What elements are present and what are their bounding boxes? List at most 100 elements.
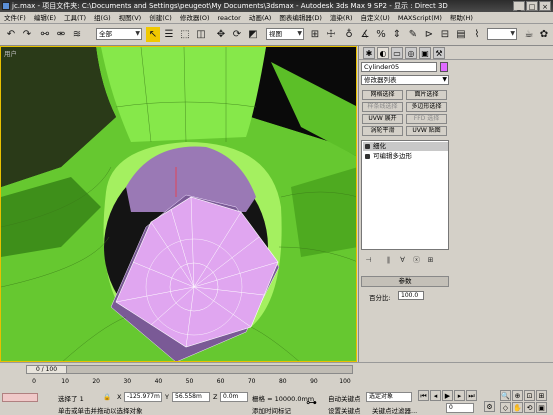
remove-modifier-icon[interactable]: ⓧ [411, 255, 422, 266]
menu-views[interactable]: 视图(V) [115, 12, 146, 24]
menu-reactor[interactable]: reactor [214, 12, 245, 24]
menu-edit[interactable]: 编辑(E) [30, 12, 60, 24]
selection-filter-dropdown[interactable]: 全部 ▼ [96, 28, 142, 40]
redo-icon[interactable]: ↷ [20, 27, 34, 42]
unlink-icon[interactable]: ⚮ [54, 27, 68, 42]
angle-snap-icon[interactable]: ∡ [358, 27, 372, 42]
play-icon[interactable]: ▶ [442, 390, 453, 401]
undo-icon[interactable]: ↶ [4, 27, 18, 42]
make-unique-icon[interactable]: ∀ [397, 255, 408, 266]
select-move-icon[interactable]: ✥ [214, 27, 228, 42]
select-by-name-icon[interactable]: ☰ [162, 27, 176, 42]
prev-frame-icon[interactable]: ◂ [430, 390, 441, 401]
menu-modifiers[interactable]: 修改器(O) [176, 12, 214, 24]
uvw-unwrap-button[interactable]: UVW 展开 [362, 114, 403, 124]
z-coordinate-field[interactable]: 0.0m [220, 392, 248, 402]
bulb-icon[interactable] [365, 144, 370, 149]
key-mode-dropdown[interactable]: 选定对象 [366, 392, 412, 402]
set-key-button[interactable]: 设置关键点 [328, 405, 361, 415]
lock-icon[interactable]: 🔒 [103, 393, 111, 401]
maximize-viewport-icon[interactable]: ▣ [536, 402, 547, 413]
percent-field[interactable]: 100.0 [398, 291, 424, 300]
user-viewport[interactable]: 用户 [0, 46, 357, 362]
menu-animation[interactable]: 动画(A) [245, 12, 276, 24]
stack-item-editable-poly[interactable]: 可编辑多边形 [363, 152, 448, 161]
menu-maxscript[interactable]: MAXScript(M) [394, 12, 446, 24]
uvw-map-button[interactable]: UVW 贴图 [406, 126, 447, 136]
stack-item-tessellate[interactable]: 细化 [363, 142, 448, 151]
bind-space-warp-icon[interactable]: ≋ [70, 27, 84, 42]
tab-utilities[interactable]: ⚒ [433, 47, 445, 59]
zoom-all-icon[interactable]: ⊕ [512, 390, 523, 401]
time-slider[interactable]: 0 / 100 [26, 365, 353, 374]
rectangular-selection-icon[interactable]: ⬚ [178, 27, 192, 42]
align-icon[interactable]: ⊟ [438, 27, 452, 42]
window-crossing-icon[interactable]: ◫ [194, 27, 208, 42]
mesh-select-button[interactable]: 网格选择 [362, 90, 403, 100]
viewport-label[interactable]: 用户 [4, 48, 17, 58]
menu-group[interactable]: 组(G) [90, 12, 115, 24]
object-color-swatch[interactable] [440, 62, 448, 72]
select-scale-icon[interactable]: ◩ [246, 27, 260, 42]
menu-customize[interactable]: 自定义(U) [357, 12, 394, 24]
menu-tools[interactable]: 工具(T) [60, 12, 90, 24]
tab-display[interactable]: ▣ [419, 47, 431, 59]
select-link-icon[interactable]: ⚯ [38, 27, 52, 42]
modifier-list-dropdown[interactable]: 修改器列表 ▼ [361, 75, 449, 85]
select-rotate-icon[interactable]: ⟳ [230, 27, 244, 42]
select-object-icon[interactable]: ↖ [146, 27, 160, 42]
object-name-field[interactable]: Cylinder05 [361, 62, 437, 72]
menu-help[interactable]: 帮助(H) [446, 12, 477, 24]
mirror-icon[interactable]: ⊳ [422, 27, 436, 42]
tab-create[interactable]: ✱ [363, 47, 375, 59]
orbit-icon[interactable]: ⟲ [524, 402, 535, 413]
render-icon[interactable]: ☕ [522, 27, 536, 42]
menu-file[interactable]: 文件(F) [0, 12, 30, 24]
parameters-rollout-header[interactable]: 参数 [361, 276, 449, 287]
time-slider-thumb[interactable]: 0 / 100 [27, 366, 67, 373]
y-coordinate-field[interactable]: 56.558m [172, 392, 210, 402]
pivot-center-icon[interactable]: ⊞ [308, 27, 322, 42]
zoom-icon[interactable]: 🔍 [500, 390, 511, 401]
track-bar[interactable]: 0 10 20 30 40 50 60 70 80 90 100 [26, 376, 353, 387]
zoom-extents-icon[interactable]: ⊡ [524, 390, 535, 401]
goto-end-icon[interactable]: ⏭ [466, 390, 477, 401]
show-end-result-icon[interactable]: ∥ [383, 255, 394, 266]
current-frame-field[interactable]: 0 [446, 403, 474, 413]
maximize-button[interactable]: □ [526, 1, 538, 11]
snaps-toggle-icon[interactable]: ♁ [342, 27, 356, 42]
auto-key-button[interactable]: 自动关键点 [328, 393, 361, 403]
spinner-snap-icon[interactable]: ⇕ [390, 27, 404, 42]
close-button[interactable]: × [539, 1, 551, 11]
named-selection-dropdown[interactable]: ▼ [487, 28, 517, 40]
maxscript-listener-box[interactable] [2, 393, 38, 402]
percent-snap-icon[interactable]: % [374, 27, 388, 42]
goto-start-icon[interactable]: ⏮ [418, 390, 429, 401]
reference-coordinate-dropdown[interactable]: 视图 ▼ [266, 28, 304, 40]
turbosmooth-button[interactable]: 涡轮平滑 [362, 126, 403, 136]
zoom-extents-all-icon[interactable]: ⊞ [536, 390, 547, 401]
configure-sets-icon[interactable]: ⊞ [425, 255, 436, 266]
layer-manager-icon[interactable]: ▤ [454, 27, 468, 42]
patch-select-button[interactable]: 面片选择 [406, 90, 447, 100]
x-coordinate-field[interactable]: -125.977m [124, 392, 162, 402]
expand-plus-icon[interactable] [365, 154, 370, 159]
curve-editor-icon[interactable]: ⌇ [470, 27, 484, 42]
menu-create[interactable]: 创建(C) [145, 12, 176, 24]
add-time-tag[interactable]: 添加时间标记 [252, 405, 291, 415]
key-filters-button[interactable]: 关键点过滤器... [372, 405, 417, 415]
tab-motion[interactable]: ◎ [405, 47, 417, 59]
next-frame-icon[interactable]: ▸ [454, 390, 465, 401]
field-of-view-icon[interactable]: ◇ [500, 402, 511, 413]
pin-stack-icon[interactable]: ⊣ [363, 255, 374, 266]
pan-icon[interactable]: ✋ [512, 402, 523, 413]
time-config-icon[interactable]: ⚙ [484, 401, 495, 412]
quick-render-icon[interactable]: ✿ [537, 27, 551, 42]
minimize-button[interactable]: _ [513, 1, 525, 11]
tab-hierarchy[interactable]: ▭ [391, 47, 403, 59]
tab-modify[interactable]: ◐ [377, 47, 389, 59]
menu-graph-editors[interactable]: 图表编辑器(D) [275, 12, 326, 24]
key-icon[interactable]: ⊶ [306, 396, 317, 409]
menu-rendering[interactable]: 渲染(R) [326, 12, 357, 24]
edit-named-selection-icon[interactable]: ✎ [406, 27, 420, 42]
